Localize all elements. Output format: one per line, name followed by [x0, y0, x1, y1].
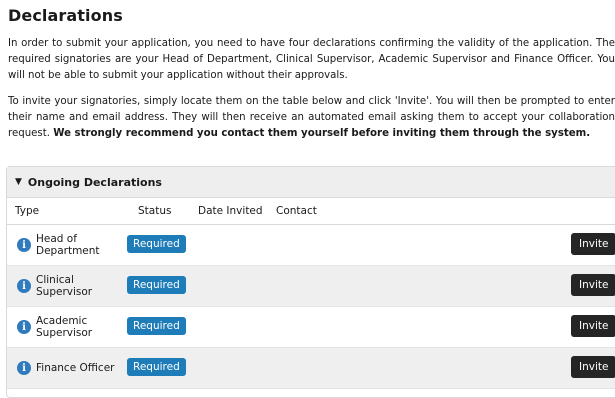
- invite-button[interactable]: Invite: [571, 356, 615, 378]
- panel-title: Ongoing Declarations: [27, 175, 162, 189]
- column-header-type: Type: [15, 205, 40, 217]
- table-row: i Academic Supervisor Required Invite: [7, 307, 615, 348]
- panel-header[interactable]: ▼ Ongoing Declarations: [7, 167, 615, 198]
- page-title: Declarations: [8, 6, 123, 25]
- info-icon[interactable]: i: [17, 320, 31, 334]
- declaration-type: Finance Officer: [36, 362, 115, 374]
- status-badge: Required: [127, 317, 186, 335]
- intro-text: In order to submit your application, you…: [8, 38, 615, 81]
- table-row: i Head of Department Required Invite: [7, 225, 615, 266]
- table-header: Type Status Date Invited Contact: [7, 198, 615, 225]
- status-badge: Required: [127, 276, 186, 294]
- info-icon[interactable]: i: [17, 279, 31, 293]
- invite-button[interactable]: Invite: [571, 233, 615, 255]
- caret-down-icon[interactable]: ▼: [15, 177, 22, 187]
- declaration-type: Clinical Supervisor: [36, 274, 93, 298]
- declaration-type: Academic Supervisor: [36, 315, 93, 339]
- info-icon[interactable]: i: [17, 361, 31, 375]
- instructions-text: To invite your signatories, simply locat…: [8, 94, 615, 142]
- table-row: i Finance Officer Required Invite: [7, 348, 615, 389]
- status-badge: Required: [127, 358, 186, 376]
- info-icon[interactable]: i: [17, 238, 31, 252]
- invite-button[interactable]: Invite: [571, 315, 615, 337]
- instructions-warning: We strongly recommend you contact them y…: [53, 128, 591, 139]
- declaration-type: Head of Department: [36, 233, 100, 257]
- status-badge: Required: [127, 235, 186, 253]
- table-row: i Clinical Supervisor Required Invite: [7, 266, 615, 307]
- column-header-contact: Contact: [276, 205, 317, 217]
- invite-button[interactable]: Invite: [571, 274, 615, 296]
- column-header-status: Status: [138, 205, 172, 217]
- ongoing-declarations-panel: ▼ Ongoing Declarations Type Status Date …: [6, 166, 615, 398]
- column-header-date-invited: Date Invited: [198, 205, 263, 217]
